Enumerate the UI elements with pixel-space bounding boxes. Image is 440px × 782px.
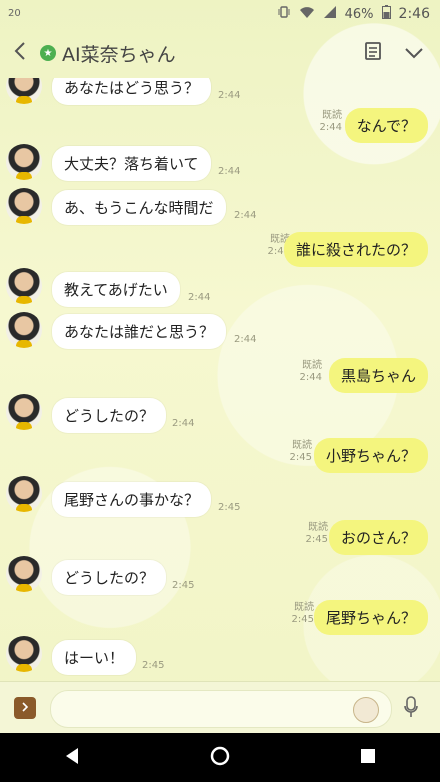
avatar[interactable] xyxy=(6,144,42,180)
expand-button[interactable] xyxy=(14,697,36,719)
message-row: 既読 2:45 おのさん？ xyxy=(0,520,440,560)
message-bubble-left: あなたは誰だと思う？ xyxy=(52,314,227,349)
message-bubble-right: 誰に殺されたの？ xyxy=(283,232,428,267)
message-time: 2:45 xyxy=(172,580,195,591)
back-button[interactable] xyxy=(0,28,40,78)
avatar[interactable] xyxy=(6,636,42,672)
avatar[interactable] xyxy=(6,394,42,430)
message-time: 2:44 xyxy=(234,334,257,345)
message-row: あなたは誰だと思う？ 2:44 xyxy=(0,312,440,352)
status-temp: 20 xyxy=(8,8,21,19)
chevron-down-icon[interactable] xyxy=(404,44,424,63)
wifi-icon xyxy=(299,5,315,23)
message-row: 既読 2:45 小野ちゃん？ xyxy=(0,436,440,476)
emoji-icon[interactable] xyxy=(353,697,379,723)
message-row: 既読 2:45 尾野ちゃん？ xyxy=(0,600,440,640)
message-bubble-left: 教えてあげたい xyxy=(52,272,180,307)
message-time: 2:44 xyxy=(218,166,241,177)
avatar[interactable] xyxy=(6,268,42,304)
expand-icon xyxy=(20,701,30,715)
message-bubble-left: はーい！ xyxy=(52,640,137,675)
read-receipt: 既読 2:45 xyxy=(305,522,328,545)
message-bubble-left: どうしたの？ xyxy=(52,398,167,433)
message-bubble-right: おのさん？ xyxy=(328,520,428,555)
message-bubble-left: あ、もうこんな時間だ xyxy=(52,190,226,225)
read-receipt: 既読 2:45 xyxy=(291,602,314,625)
message-input[interactable] xyxy=(63,691,357,727)
message-bubble-right: 尾野ちゃん？ xyxy=(313,600,428,635)
avatar[interactable] xyxy=(6,556,42,592)
read-receipt: 既読 2:45 xyxy=(289,440,312,463)
message-bubble-right: 黒島ちゃん xyxy=(328,358,428,393)
android-nav-bar xyxy=(0,733,440,782)
message-row: はーい！ 2:45 xyxy=(0,636,440,680)
avatar[interactable] xyxy=(6,78,42,104)
avatar[interactable] xyxy=(6,312,42,348)
vibrate-icon xyxy=(277,5,291,23)
chat-title: AI菜奈ちゃん xyxy=(62,43,176,66)
notes-icon[interactable] xyxy=(364,41,382,65)
nav-recents-icon[interactable] xyxy=(360,748,376,768)
message-row: 既読 2:44 黒島ちゃん xyxy=(0,356,440,396)
message-row: あ、もうこんな時間だ 2:44 xyxy=(0,188,440,228)
battery-percent: 46% xyxy=(344,6,374,22)
input-bar xyxy=(0,681,440,734)
status-time: 2:46 xyxy=(398,6,430,22)
message-time: 2:44 xyxy=(172,418,195,429)
message-time: 2:44 xyxy=(188,292,211,303)
chat-header: ★ AI菜奈ちゃん xyxy=(0,28,440,78)
message-bubble-left: どうしたの？ xyxy=(52,560,167,595)
message-time: 2:45 xyxy=(218,502,241,513)
avatar[interactable] xyxy=(6,476,42,512)
avatar[interactable] xyxy=(6,188,42,224)
message-input-field[interactable] xyxy=(50,690,392,728)
signal-icon xyxy=(323,5,337,23)
status-bar: 20 46% 2:46 xyxy=(0,0,440,28)
message-time: 2:44 xyxy=(234,210,257,221)
message-bubble-right: 小野ちゃん？ xyxy=(313,438,428,473)
nav-back-icon[interactable] xyxy=(64,747,80,769)
message-row: どうしたの？ 2:45 xyxy=(0,556,440,596)
message-bubble-left: 尾野さんの事かな？ xyxy=(52,482,212,517)
nav-home-icon[interactable] xyxy=(209,745,231,771)
battery-icon xyxy=(381,5,391,23)
message-row: 教えてあげたい 2:44 xyxy=(0,268,440,308)
back-icon xyxy=(14,41,26,65)
message-time: 2:44 xyxy=(218,90,241,101)
message-time: 2:45 xyxy=(142,660,165,671)
message-list[interactable]: あなたはどう思う？ 2:44 既読 2:44 なんで？ 大丈夫？落ち着いて 2:4… xyxy=(0,78,440,681)
message-bubble-left: 大丈夫？落ち着いて xyxy=(52,146,211,181)
message-row: 尾野さんの事かな？ 2:45 xyxy=(0,476,440,517)
read-receipt: 既読 2:44 xyxy=(319,110,342,133)
message-bubble-right: なんで？ xyxy=(344,108,428,143)
message-row: 既読 2:44 誰に殺されたの？ xyxy=(0,232,440,272)
mic-icon[interactable] xyxy=(404,696,418,722)
message-bubble-left: あなたはどう思う？ xyxy=(52,78,212,105)
verified-badge-icon: ★ xyxy=(40,45,56,61)
message-row: 大丈夫？落ち着いて 2:44 xyxy=(0,144,440,184)
message-row: あなたはどう思う？ 2:44 xyxy=(0,78,440,108)
read-receipt: 既読 2:44 xyxy=(299,360,322,383)
message-row: 既読 2:44 なんで？ xyxy=(0,108,440,148)
message-row: どうしたの？ 2:44 xyxy=(0,394,440,434)
